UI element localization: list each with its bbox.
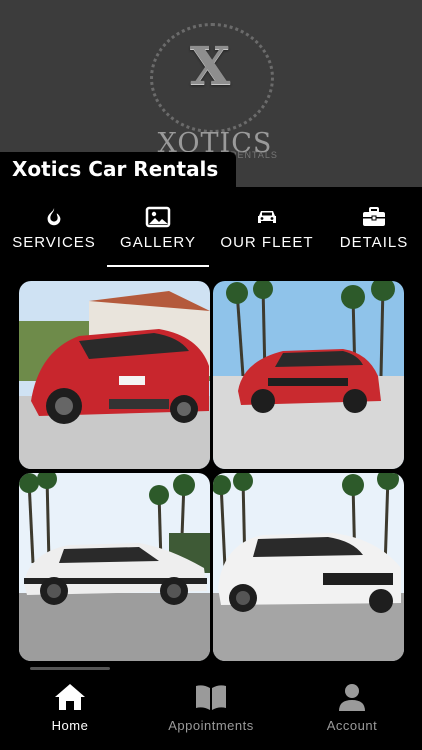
gallery-photo-4[interactable] — [213, 473, 404, 661]
tab-label: OUR FLEET — [220, 234, 314, 251]
nav-account[interactable]: Account — [287, 682, 417, 733]
nav-label: Appointments — [168, 718, 254, 733]
tab-gallery[interactable]: GALLERY — [108, 206, 208, 268]
gallery-photo-3[interactable] — [19, 473, 210, 661]
book-icon — [196, 685, 226, 710]
photo-gallery — [19, 281, 404, 666]
hero-banner: X XOTICS RENTALS Xotics Car Rentals — [0, 0, 422, 187]
briefcase-icon — [363, 207, 385, 226]
person-icon — [339, 684, 365, 711]
bottom-navigation: Home Appointments Account — [0, 676, 422, 750]
image-icon — [145, 206, 171, 228]
active-tab-indicator — [107, 265, 209, 267]
title-tab: Xotics Car Rentals — [0, 152, 236, 187]
tab-label: GALLERY — [120, 234, 196, 251]
logo-submark: RENTALS — [230, 150, 278, 160]
horizontal-scrollbar[interactable] — [30, 667, 110, 670]
logo-x-mark: X — [189, 36, 233, 97]
tab-label: DETAILS — [339, 234, 409, 251]
tab-services[interactable]: SERVICES — [0, 206, 108, 268]
car-icon — [258, 211, 276, 223]
page-title: Xotics Car Rentals — [12, 157, 219, 181]
tab-our-fleet[interactable]: OUR FLEET — [212, 206, 322, 268]
tab-label: SERVICES — [12, 234, 96, 251]
gallery-photo-1[interactable] — [19, 281, 210, 469]
gallery-photo-2[interactable] — [213, 281, 404, 469]
nav-home[interactable]: Home — [5, 682, 135, 733]
home-icon — [55, 684, 85, 710]
tab-details[interactable]: DETAILS — [330, 206, 418, 268]
nav-label: Home — [51, 718, 89, 733]
nav-label: Account — [326, 718, 378, 733]
flame-icon — [47, 207, 61, 226]
section-tabs: SERVICES GALLERY OUR FLEET DETAILS — [0, 206, 422, 268]
nav-appointments[interactable]: Appointments — [146, 682, 276, 733]
